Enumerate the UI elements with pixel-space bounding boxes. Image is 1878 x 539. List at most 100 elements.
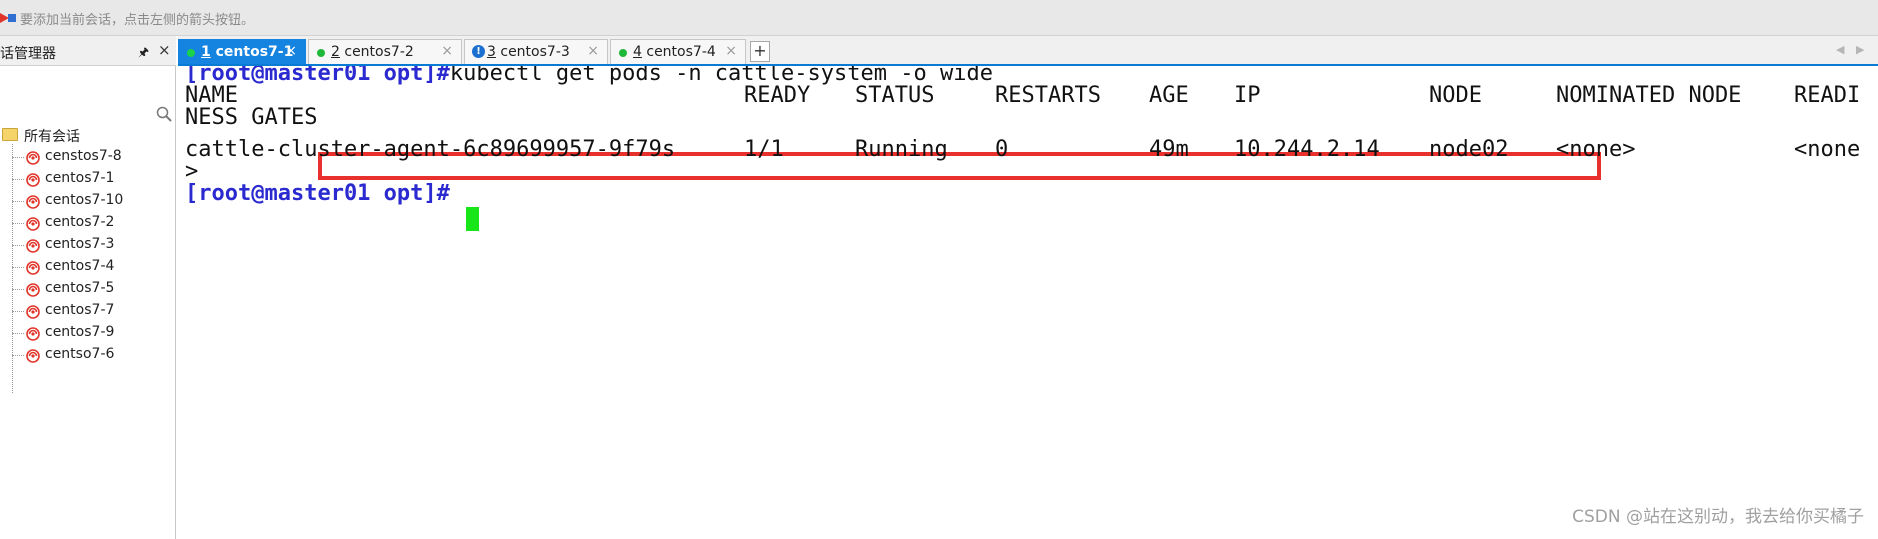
notice-bar: 要添加当前会话，点击左侧的箭头按钮。 xyxy=(0,0,1878,36)
session-label: centso7-6 xyxy=(45,346,115,362)
tab-title: centos7-2 xyxy=(344,44,414,60)
session-label: centos7-10 xyxy=(45,192,124,208)
tree-connector xyxy=(12,311,24,312)
connected-status-icon xyxy=(317,49,325,57)
session-icon xyxy=(26,150,40,165)
cell-status: Running xyxy=(855,137,948,162)
cell-ready: 1/1 xyxy=(744,137,784,162)
session-manager-title: 话管理器 xyxy=(0,46,56,62)
tree-connector xyxy=(12,223,24,224)
header-readiness: READI xyxy=(1794,83,1861,108)
header-ip: IP xyxy=(1234,83,1261,108)
session-label: centos7-1 xyxy=(45,170,115,186)
tab-number: 3 xyxy=(487,44,496,60)
cell-readiness: <none xyxy=(1794,137,1861,162)
session-item[interactable]: centos7-5 xyxy=(12,278,172,300)
tree-connector xyxy=(12,201,24,202)
session-item[interactable]: centos7-3 xyxy=(12,234,172,256)
pin-icon[interactable]: 🖈 xyxy=(138,43,150,59)
cell-restarts: 0 xyxy=(995,137,1009,162)
connected-status-icon xyxy=(619,49,627,57)
session-icon xyxy=(26,172,40,187)
tree-connector xyxy=(12,245,24,246)
session-label: centos7-2 xyxy=(45,214,115,230)
session-manager-panel: 话管理器 🖈 × 所有会话 censtos7-8 centos7-1 centos7… xyxy=(0,36,176,539)
tree-connector xyxy=(12,355,24,356)
terminal-cursor xyxy=(466,207,479,231)
tab-number: 4 xyxy=(633,44,642,60)
cell-name: cattle-cluster-agent-6c89699957-9f79s xyxy=(185,137,676,162)
session-label: censtos7-8 xyxy=(45,148,122,164)
search-icon[interactable] xyxy=(156,106,172,122)
session-item[interactable]: centos7-9 xyxy=(12,322,172,344)
tab-close-icon[interactable]: × xyxy=(441,43,453,59)
tab-number: 1 xyxy=(201,44,211,60)
tab-title: centos7-1 xyxy=(215,44,294,60)
prompt-2: [root@master01 opt]# xyxy=(185,181,450,206)
cell-ip: 10.244.2.14 xyxy=(1234,137,1380,162)
session-icon xyxy=(26,260,40,275)
tab-title: centos7-3 xyxy=(500,44,570,60)
tree-connector xyxy=(12,333,24,334)
arrow-add-icon[interactable] xyxy=(0,10,16,26)
tree-connector xyxy=(12,179,24,180)
tab-centos7-2[interactable]: 2 centos7-2 × xyxy=(308,39,462,64)
session-icon xyxy=(26,216,40,231)
tab-centos7-1[interactable]: 1 centos7-1 × xyxy=(178,39,306,64)
tab-label: 1 centos7-1 xyxy=(201,44,293,60)
tab-title: centos7-4 xyxy=(646,44,716,60)
tab-close-icon[interactable]: × xyxy=(285,43,297,59)
session-item[interactable]: centos7-4 xyxy=(12,256,172,278)
header-wrap: NESS GATES xyxy=(185,105,318,130)
session-icon xyxy=(26,304,40,319)
cell-nominated-node: <none> xyxy=(1556,137,1636,162)
header-restarts: RESTARTS xyxy=(995,83,1101,108)
tab-number: 2 xyxy=(331,44,340,60)
session-label: centos7-9 xyxy=(45,324,115,340)
terminal-pane[interactable]: [root@master01 opt]#kubectl get pods -n … xyxy=(178,66,1878,539)
tree-connector xyxy=(12,289,24,290)
header-node: NODE xyxy=(1429,83,1482,108)
session-item[interactable]: centos7-10 xyxy=(12,190,172,212)
tree-root-all-sessions[interactable]: 所有会话 xyxy=(0,124,176,146)
session-icon xyxy=(26,326,40,341)
prompt-line: [root@master01 opt]# xyxy=(185,180,450,207)
tab-label: 2 centos7-2 xyxy=(331,44,414,60)
header-nominated-node: NOMINATED NODE xyxy=(1556,83,1742,108)
tab-scroll-left-icon[interactable]: ◀ xyxy=(1836,43,1844,56)
header-age: AGE xyxy=(1149,83,1189,108)
tree-connector xyxy=(12,267,24,268)
session-icon xyxy=(26,238,40,253)
tab-close-icon[interactable]: × xyxy=(587,43,599,59)
tab-scroll-right-icon[interactable]: ▶ xyxy=(1856,43,1864,56)
warning-icon: ! xyxy=(472,45,485,58)
session-label: centos7-5 xyxy=(45,280,115,296)
tab-close-icon[interactable]: × xyxy=(725,43,737,59)
tree-root-label: 所有会话 xyxy=(24,129,80,145)
session-manager-header: 话管理器 🖈 × xyxy=(0,36,176,66)
header-status: STATUS xyxy=(855,83,935,108)
session-icon xyxy=(26,194,40,209)
tree-connector xyxy=(12,157,24,158)
tab-centos7-3[interactable]: ! 3 centos7-3 × xyxy=(464,39,608,64)
close-icon[interactable]: × xyxy=(158,41,171,59)
session-item[interactable]: centso7-6 xyxy=(12,344,172,366)
session-item[interactable]: centos7-7 xyxy=(12,300,172,322)
session-icon xyxy=(26,282,40,297)
cell-age: 49m xyxy=(1149,137,1189,162)
connected-status-icon xyxy=(187,49,195,57)
session-label: centos7-7 xyxy=(45,302,115,318)
session-item[interactable]: centos7-2 xyxy=(12,212,172,234)
cell-node: node02 xyxy=(1429,137,1509,162)
session-item[interactable]: centos7-1 xyxy=(12,168,172,190)
session-label: centos7-4 xyxy=(45,258,115,274)
session-label: centos7-3 xyxy=(45,236,115,252)
tab-label: 4 centos7-4 xyxy=(633,44,716,60)
tab-strip: 1 centos7-1 × 2 centos7-2 ×! 3 centos7-3 × 4 c… xyxy=(178,36,1878,66)
new-tab-button[interactable]: + xyxy=(750,41,770,62)
tab-label: 3 centos7-3 xyxy=(487,44,570,60)
tab-centos7-4[interactable]: 4 centos7-4 × xyxy=(610,39,746,64)
session-item[interactable]: censtos7-8 xyxy=(12,146,172,168)
watermark: CSDN @站在这别动，我去给你买橘子 xyxy=(1572,507,1864,527)
header-ready: READY xyxy=(744,83,811,108)
